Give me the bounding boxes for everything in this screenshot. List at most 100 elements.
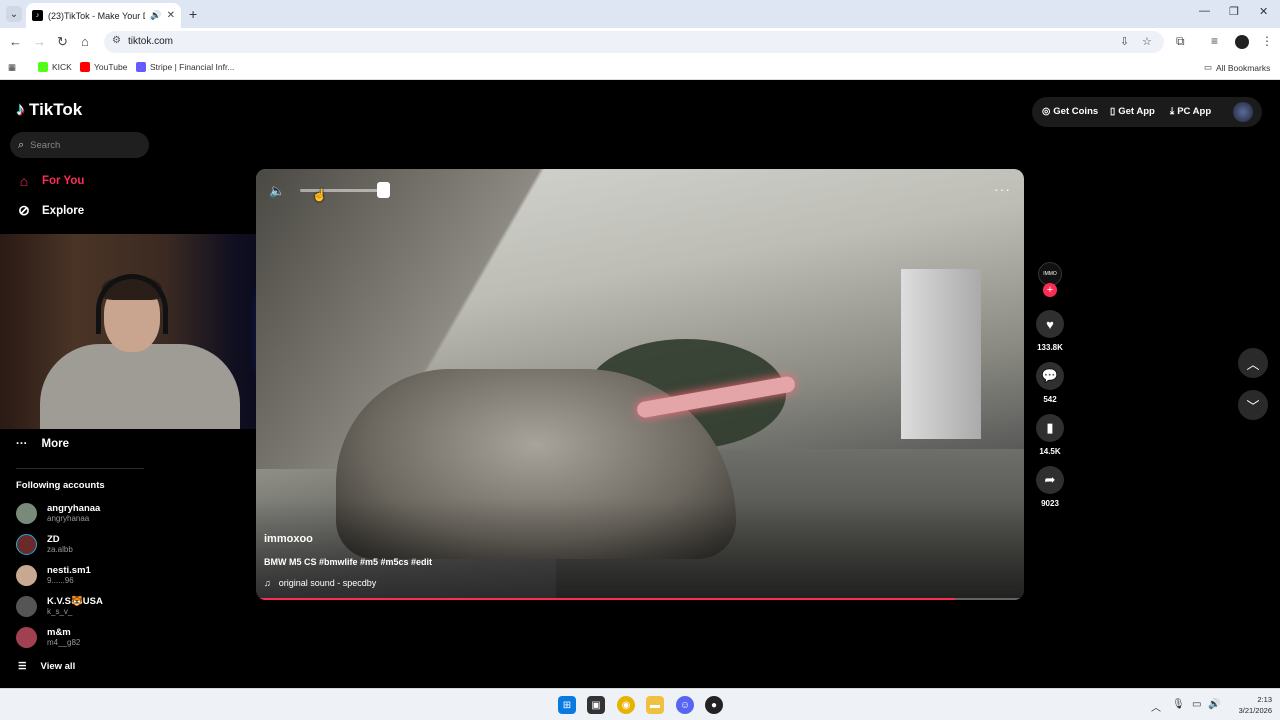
account-handle: m4__g82 xyxy=(47,638,81,647)
video-progress-bar[interactable] xyxy=(256,598,1024,600)
extensions-icon[interactable]: ⧉ xyxy=(1176,34,1185,49)
bookmark-icon[interactable]: ▮ xyxy=(1036,414,1064,442)
task-view-icon[interactable]: ▣ xyxy=(587,696,605,714)
following-account[interactable]: m&m m4__g82 xyxy=(16,627,80,648)
audio-playing-icon[interactable]: 🔊 xyxy=(150,10,161,21)
bookmarks-bar: ▦ KICK YouTube Stripe | Financial Infr..… xyxy=(0,56,1280,80)
video-player[interactable]: 🔈 ☝ ··· immoxoo BMW M5 CS #bmwlife #m5 #… xyxy=(256,169,1024,600)
restore-icon[interactable]: ❐ xyxy=(1229,5,1239,18)
following-account[interactable]: K.V.S🐯USA k_s_v_ xyxy=(16,596,103,617)
user-avatar[interactable] xyxy=(1233,102,1253,122)
previous-video-button[interactable]: ︿ xyxy=(1238,348,1268,378)
follow-plus-button[interactable]: + xyxy=(1043,283,1057,297)
tab-search-dropdown[interactable]: ⌄ xyxy=(6,6,22,22)
heart-icon[interactable]: ♥ xyxy=(1036,310,1064,338)
profile-avatar[interactable] xyxy=(1235,35,1249,49)
person-body xyxy=(40,344,240,429)
file-explorer-icon[interactable]: ▬ xyxy=(646,696,664,714)
view-all-link[interactable]: ☰ View all xyxy=(18,661,75,672)
following-accounts-header: Following accounts xyxy=(16,480,105,491)
following-account[interactable]: nesti.sm1 9......96 xyxy=(16,565,91,586)
avatar xyxy=(16,596,37,617)
nav-label: Explore xyxy=(42,204,85,217)
bookmark-kick[interactable]: KICK xyxy=(38,62,72,72)
browser-toolbar: ← → ↻ ⌂ ⚙ tiktok.com ⇩ ☆ ⧉ ≡ ⋮ xyxy=(0,28,1280,56)
phone-icon: ▯ xyxy=(1110,106,1116,117)
video-scene-tower xyxy=(901,269,981,439)
bookmark-youtube[interactable]: YouTube xyxy=(80,62,127,72)
address-bar[interactable]: ⚙ tiktok.com ⇩ ☆ xyxy=(104,31,1164,53)
forward-icon[interactable]: → xyxy=(33,34,46,49)
volume-icon[interactable]: 🔈 xyxy=(269,183,285,199)
tab-title: (23)TikTok - Make Your Day xyxy=(48,10,145,21)
kick-icon xyxy=(38,62,48,72)
microphone-icon[interactable]: 🎙 xyxy=(1172,699,1185,710)
search-input[interactable]: ⌕ Search xyxy=(10,132,149,158)
video-sound[interactable]: ♫ original sound - specdby xyxy=(264,578,376,588)
chrome-icon[interactable]: ◉ xyxy=(617,696,635,714)
folder-icon: ▭ xyxy=(1204,62,1213,72)
windows-start-icon[interactable]: ⊞ xyxy=(558,696,576,714)
nav-more[interactable]: ··· More xyxy=(16,438,69,450)
back-icon[interactable]: ← xyxy=(9,34,22,49)
system-clock[interactable]: 2:13 3/21/2026 xyxy=(1222,694,1272,716)
bookmark-label: YouTube xyxy=(94,62,128,72)
reload-icon[interactable]: ↻ xyxy=(57,34,68,50)
browser-tab-active[interactable]: ♪ (23)TikTok - Make Your Day 🔊 ✕ xyxy=(26,3,181,28)
install-app-icon[interactable]: ⇩ xyxy=(1120,35,1129,48)
save-count: 14.5K xyxy=(1039,447,1061,456)
tiktok-page: ♪ TikTok ⌕ Search ⌂ For You ⊘ Explore ··… xyxy=(0,81,1280,688)
chevron-down-icon: ﹀ xyxy=(1246,398,1260,414)
nav-explore[interactable]: ⊘ Explore xyxy=(16,202,84,219)
save-action[interactable]: ▮ 14.5K xyxy=(1036,414,1064,456)
comment-action[interactable]: 💬 542 xyxy=(1036,362,1064,404)
home-icon: ⌂ xyxy=(19,173,29,189)
discord-icon[interactable]: ☺ xyxy=(676,696,694,714)
account-name: ZD xyxy=(47,534,60,545)
youtube-icon xyxy=(80,62,90,72)
close-tab-icon[interactable]: ✕ xyxy=(167,10,175,21)
close-window-icon[interactable]: ✕ xyxy=(1259,5,1268,18)
menu-kebab-icon[interactable]: ⋮ xyxy=(1261,34,1273,48)
avatar xyxy=(16,503,37,524)
next-video-button[interactable]: ﹀ xyxy=(1238,390,1268,420)
compass-icon: ⊘ xyxy=(18,202,30,218)
home-icon[interactable]: ⌂ xyxy=(81,34,89,49)
share-icon[interactable]: ➦ xyxy=(1036,466,1064,494)
minimize-icon[interactable]: — xyxy=(1199,5,1210,17)
volume-slider-handle[interactable] xyxy=(377,182,390,198)
share-action[interactable]: ➦ 9023 xyxy=(1036,466,1064,508)
account-name: nesti.sm1 xyxy=(47,565,91,576)
tiktok-logo[interactable]: ♪ TikTok xyxy=(16,99,82,120)
get-app-button[interactable]: ▯ Get App xyxy=(1110,106,1155,117)
search-icon: ⌕ xyxy=(18,138,25,151)
site-info-icon[interactable]: ⚙ xyxy=(112,35,121,46)
video-username[interactable]: immoxoo xyxy=(264,533,313,545)
bookmark-stripe[interactable]: Stripe | Financial Infr... xyxy=(136,62,234,72)
speaker-icon[interactable]: 🔊 xyxy=(1208,699,1220,710)
new-tab-button[interactable]: + xyxy=(189,6,197,22)
bookmark-label: Stripe | Financial Infr... xyxy=(150,62,235,72)
following-account[interactable]: ZD za.albb xyxy=(16,534,73,555)
account-handle: k_s_v_ xyxy=(47,607,73,616)
obs-icon[interactable]: ● xyxy=(705,696,723,714)
comment-icon[interactable]: 💬 xyxy=(1036,362,1064,390)
network-icon[interactable]: ▭ xyxy=(1192,699,1201,710)
get-coins-button[interactable]: ◎ Get Coins xyxy=(1042,106,1098,117)
like-action[interactable]: ♥ 133.8K xyxy=(1036,310,1064,352)
all-bookmarks[interactable]: ▭ All Bookmarks xyxy=(1204,62,1270,73)
pc-app-button[interactable]: ⤓ PC App xyxy=(1170,106,1211,117)
logo-text: TikTok xyxy=(29,99,83,119)
bookmark-star-icon[interactable]: ☆ xyxy=(1142,35,1152,48)
media-controls-icon[interactable]: ≡ xyxy=(1211,34,1218,48)
video-more-options-icon[interactable]: ··· xyxy=(994,181,1011,197)
apps-grid-icon[interactable]: ▦ xyxy=(8,62,16,73)
nav-label: More xyxy=(41,438,69,450)
following-account[interactable]: angryhanaa angryhanaa xyxy=(16,503,100,524)
url-text[interactable]: tiktok.com xyxy=(128,36,173,47)
nav-for-you[interactable]: ⌂ For You xyxy=(16,173,85,189)
tray-overflow-icon[interactable]: ︿ xyxy=(1151,699,1161,714)
all-bookmarks-label: All Bookmarks xyxy=(1216,62,1271,73)
account-name: m&m xyxy=(47,627,71,638)
pc-app-label: PC App xyxy=(1177,106,1212,117)
